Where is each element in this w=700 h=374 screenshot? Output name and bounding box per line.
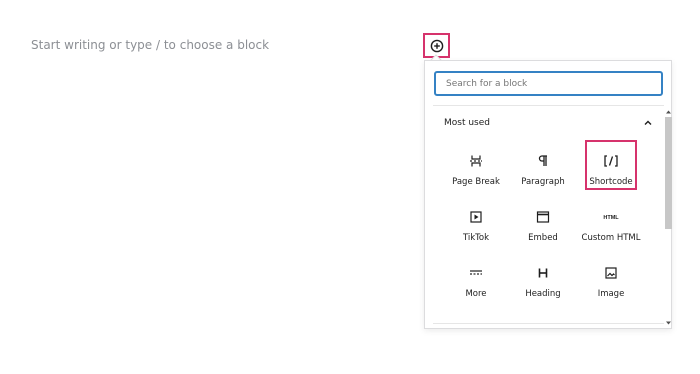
block-label: TikTok <box>462 233 490 243</box>
block-label: More <box>465 289 487 299</box>
section-title: Most used <box>444 118 490 128</box>
section-header: Most used <box>444 116 654 130</box>
block-search-input[interactable] <box>434 71 663 96</box>
block-item-embed[interactable]: Embed <box>517 203 569 255</box>
editor-placeholder[interactable]: Start writing or type / to choose a bloc… <box>31 38 269 52</box>
shortcode-icon <box>601 151 621 171</box>
html-icon: HTML <box>601 207 621 227</box>
scroll-down-icon[interactable] <box>665 320 672 326</box>
chevron-up-icon[interactable] <box>642 117 654 129</box>
block-label: Embed <box>528 233 558 243</box>
block-item-page-break[interactable]: Page Break <box>450 147 502 199</box>
scrollbar-thumb[interactable] <box>665 117 672 229</box>
divider <box>433 105 664 106</box>
page-break-icon <box>466 151 486 171</box>
plus-circle-icon <box>430 39 443 52</box>
more-icon <box>466 263 486 283</box>
scroll-up-icon[interactable] <box>665 109 672 115</box>
block-item-more[interactable]: More <box>450 259 502 311</box>
block-label: Heading <box>525 289 561 299</box>
block-label: Shortcode <box>589 177 633 187</box>
tiktok-embed-icon <box>466 207 486 227</box>
block-label: Page Break <box>452 177 500 187</box>
block-item-image[interactable]: Image <box>585 259 637 311</box>
embed-icon <box>533 207 553 227</box>
block-inserter-popover: Most used Page Break Paragraph <box>424 60 672 329</box>
image-icon <box>601 263 621 283</box>
block-label: Image <box>597 289 625 299</box>
heading-icon <box>533 263 553 283</box>
block-item-shortcode[interactable]: Shortcode <box>585 147 637 199</box>
svg-text:HTML: HTML <box>603 215 619 221</box>
block-item-custom-html[interactable]: HTML Custom HTML <box>582 203 641 255</box>
editor-canvas: Start writing or type / to choose a bloc… <box>0 0 700 374</box>
block-label: Paragraph <box>521 177 565 187</box>
block-item-tiktok[interactable]: TikTok <box>450 203 502 255</box>
scrollbar[interactable] <box>664 109 672 328</box>
divider <box>433 323 664 324</box>
paragraph-icon <box>533 151 553 171</box>
block-label: Custom HTML <box>581 233 641 243</box>
block-item-paragraph[interactable]: Paragraph <box>517 147 569 199</box>
block-item-heading[interactable]: Heading <box>517 259 569 311</box>
